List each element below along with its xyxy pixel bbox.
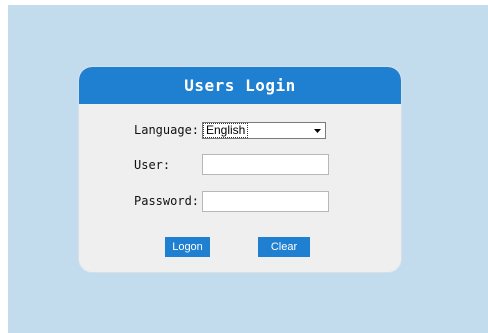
chevron-down-icon[interactable]	[310, 124, 324, 137]
user-label: User:	[134, 158, 171, 172]
login-page: Users Login Language: English User: Pass…	[0, 0, 488, 333]
user-input[interactable]	[202, 154, 329, 175]
login-header: Users Login	[79, 67, 401, 104]
login-panel: Users Login Language: English User: Pass…	[78, 66, 402, 273]
password-label: Password:	[134, 194, 200, 208]
password-input[interactable]	[202, 191, 329, 212]
logon-button[interactable]: Logon	[165, 237, 210, 257]
language-selected-value: English	[202, 123, 249, 138]
login-title: Users Login	[184, 76, 296, 95]
language-label: Language:	[134, 123, 200, 137]
clear-button[interactable]: Clear	[258, 237, 310, 257]
language-select[interactable]: English	[202, 122, 326, 139]
